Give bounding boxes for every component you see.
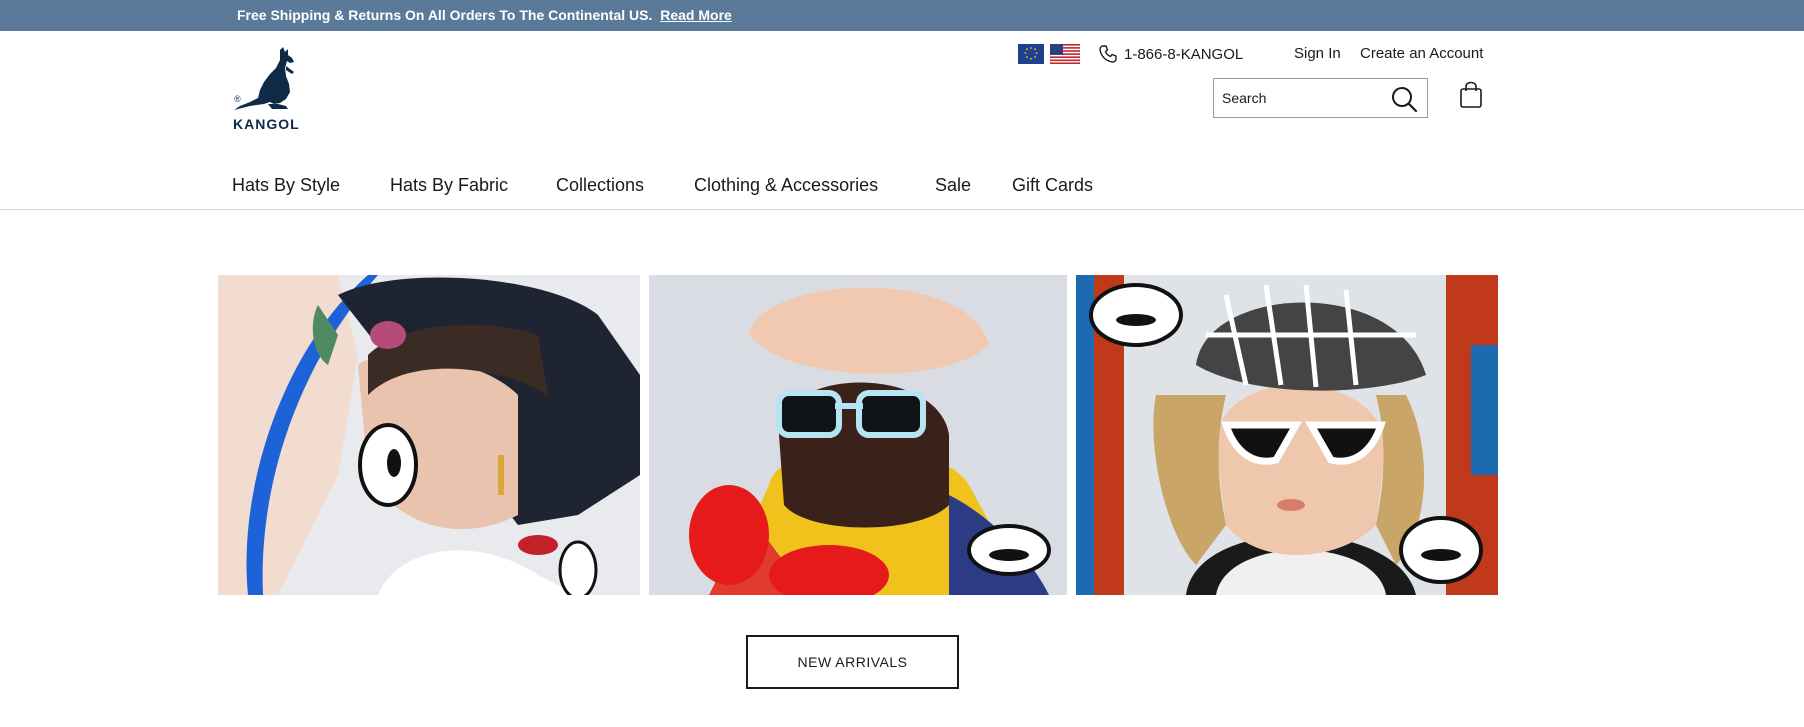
phone-link[interactable]: 1-866-8-KANGOL [1098,44,1243,64]
hero-photo-1 [218,275,640,595]
nav-item-collections[interactable]: Collections [556,175,644,196]
eu-flag-icon[interactable] [1018,44,1044,64]
nav-item-clothing-accessories[interactable]: Clothing & Accessories [694,175,878,196]
registered-mark: ® [234,94,241,104]
kangol-logo[interactable]: KANGOL ® [228,46,312,132]
logo-text: KANGOL [233,116,300,132]
phone-icon [1099,45,1117,63]
search-icon[interactable] [1389,84,1419,114]
hero-photo-3 [1076,275,1498,595]
search-box [1213,78,1428,118]
search-input[interactable] [1222,88,1382,108]
phone-number: 1-866-8-KANGOL [1124,45,1244,63]
hero-image-2[interactable] [649,275,1067,595]
hero-image-3[interactable] [1076,275,1498,595]
nav-item-gift-cards[interactable]: Gift Cards [1012,175,1093,196]
promo-bar: Free Shipping & Returns On All Orders To… [0,0,1804,31]
sign-in-link[interactable]: Sign In [1294,45,1341,62]
hero-photo-2 [649,275,1067,595]
new-arrivals-button[interactable]: NEW ARRIVALS [746,635,959,689]
us-flag-icon[interactable] [1050,44,1080,64]
main-nav: Hats By Style Hats By Fabric Collections… [0,162,1804,210]
shopping-bag-icon[interactable] [1459,81,1483,109]
read-more-link[interactable]: Read More [660,7,732,23]
create-account-link[interactable]: Create an Account [1360,45,1483,62]
nav-item-sale[interactable]: Sale [935,175,971,196]
hero-image-1[interactable] [218,275,640,595]
nav-item-hats-by-style[interactable]: Hats By Style [232,175,340,196]
promo-text: Free Shipping & Returns On All Orders To… [237,7,732,23]
nav-item-hats-by-fabric[interactable]: Hats By Fabric [390,175,508,196]
kangaroo-logo-icon [234,47,294,110]
promo-message: Free Shipping & Returns On All Orders To… [237,7,653,23]
